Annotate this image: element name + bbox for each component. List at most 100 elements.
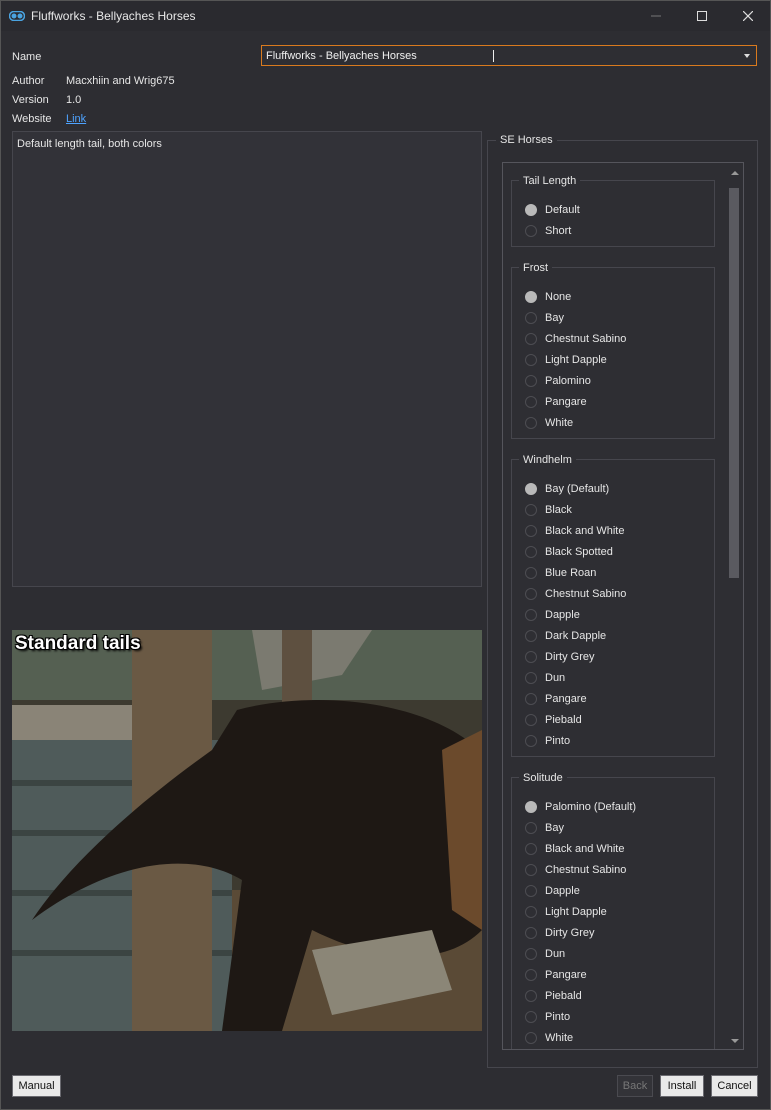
radio-unselected-icon[interactable] [525,885,537,897]
radio-selected-icon[interactable] [525,291,537,303]
radio-unselected-icon[interactable] [525,864,537,876]
radio-option-label: Dark Dapple [545,630,607,642]
radio-option-label: None [545,291,572,303]
radio-selected-icon[interactable] [525,801,537,813]
radio-unselected-icon[interactable] [525,969,537,981]
radio-unselected-icon[interactable] [525,375,537,387]
radio-unselected-icon[interactable] [525,588,537,600]
version-value: 1.0 [66,94,82,106]
radio-unselected-icon[interactable] [525,333,537,345]
radio-unselected-icon[interactable] [525,651,537,663]
radio-unselected-icon[interactable] [525,567,537,579]
radio-unselected-icon[interactable] [525,525,537,537]
title-bar: Fluffworks - Bellyaches Horses [1,1,770,31]
radio-option-label: White [545,1032,574,1044]
radio-option-label: Chestnut Sabino [545,864,627,876]
radio-option-label: Palomino [545,375,591,387]
radio-option-label: Pinto [545,1011,571,1023]
scroll-thumb[interactable] [729,188,739,578]
scroll-down-icon[interactable] [731,1039,739,1043]
option-group-title: Frost [519,262,553,274]
radio-option-label: Dirty Grey [545,651,595,663]
chevron-down-icon[interactable] [744,54,750,58]
radio-unselected-icon[interactable] [525,396,537,408]
radio-unselected-icon[interactable] [525,312,537,324]
radio-unselected-icon[interactable] [525,354,537,366]
radio-unselected-icon[interactable] [525,546,537,558]
radio-option-label: Dirty Grey [545,927,595,939]
radio-unselected-icon[interactable] [525,948,537,960]
radio-option-label: Pangare [545,693,587,705]
back-button[interactable]: Back [617,1075,653,1097]
radio-unselected-icon[interactable] [525,504,537,516]
radio-unselected-icon[interactable] [525,990,537,1002]
maximize-icon [697,11,707,21]
radio-option-label: Dapple [545,609,580,621]
close-icon [743,11,753,21]
name-label: Name [12,51,42,63]
radio-option-label: White [545,417,574,429]
options-scrollbar[interactable] [726,163,743,1049]
scroll-up-icon[interactable] [731,171,739,175]
radio-unselected-icon[interactable] [525,714,537,726]
radio-unselected-icon[interactable] [525,630,537,642]
description-box[interactable]: Default length tail, both colors [12,131,482,587]
author-value: Macxhiin and Wrig675 [66,75,175,87]
radio-option-label: Pangare [545,396,587,408]
option-group [511,267,715,439]
radio-unselected-icon[interactable] [525,906,537,918]
install-button[interactable]: Install [660,1075,704,1097]
close-button[interactable] [725,1,771,31]
radio-option-label: Black and White [545,843,625,855]
radio-option-label: Dun [545,948,566,960]
text-caret [493,50,494,62]
option-group [511,777,715,1049]
radio-option-label: Black and White [545,525,625,537]
radio-unselected-icon[interactable] [525,1032,537,1044]
author-label: Author [12,75,45,87]
radio-unselected-icon[interactable] [525,693,537,705]
radio-option-label: Piebald [545,714,582,726]
radio-unselected-icon[interactable] [525,417,537,429]
radio-option-label: Light Dapple [545,906,607,918]
website-link[interactable]: Link [66,113,86,125]
radio-option-label: Dapple [545,885,580,897]
cancel-button[interactable]: Cancel [711,1075,758,1097]
options-group-title: SE Horses [496,134,557,146]
radio-unselected-icon[interactable] [525,822,537,834]
manual-button[interactable]: Manual [12,1075,61,1097]
radio-unselected-icon[interactable] [525,672,537,684]
minimize-icon [651,15,661,17]
description-text: Default length tail, both colors [17,138,162,150]
radio-unselected-icon[interactable] [525,735,537,747]
radio-unselected-icon[interactable] [525,609,537,621]
radio-unselected-icon[interactable] [525,927,537,939]
radio-unselected-icon[interactable] [525,1011,537,1023]
app-icon [9,11,25,21]
window-title: Fluffworks - Bellyaches Horses [31,9,196,23]
options-scroll-area[interactable]: Tail Length Default Short Frost None Bay Chest… [502,162,744,1050]
radio-option-label: Blue Roan [545,567,597,579]
radio-selected-icon[interactable] [525,204,537,216]
radio-option-label: Light Dapple [545,354,607,366]
radio-selected-icon[interactable] [525,483,537,495]
radio-option-label: Bay [545,822,564,834]
option-group [511,180,715,247]
radio-option-label: Pinto [545,735,571,747]
version-label: Version [12,94,49,106]
radio-option-label: Piebald [545,990,582,1002]
option-group-title: Solitude [519,772,567,784]
radio-option-label: Chestnut Sabino [545,333,627,345]
radio-option-label: Dun [545,672,566,684]
radio-unselected-icon[interactable] [525,843,537,855]
name-value: Fluffworks - Bellyaches Horses [266,50,417,62]
minimize-button[interactable] [633,1,679,31]
website-label: Website [12,113,52,125]
preview-caption: Standard tails [15,633,141,654]
radio-option-label: Palomino (Default) [545,801,637,813]
option-group-title: Windhelm [519,454,576,466]
name-combobox[interactable]: Fluffworks - Bellyaches Horses [261,45,757,66]
radio-unselected-icon[interactable] [525,225,537,237]
radio-option-label: Black Spotted [545,546,613,558]
maximize-button[interactable] [679,1,725,31]
